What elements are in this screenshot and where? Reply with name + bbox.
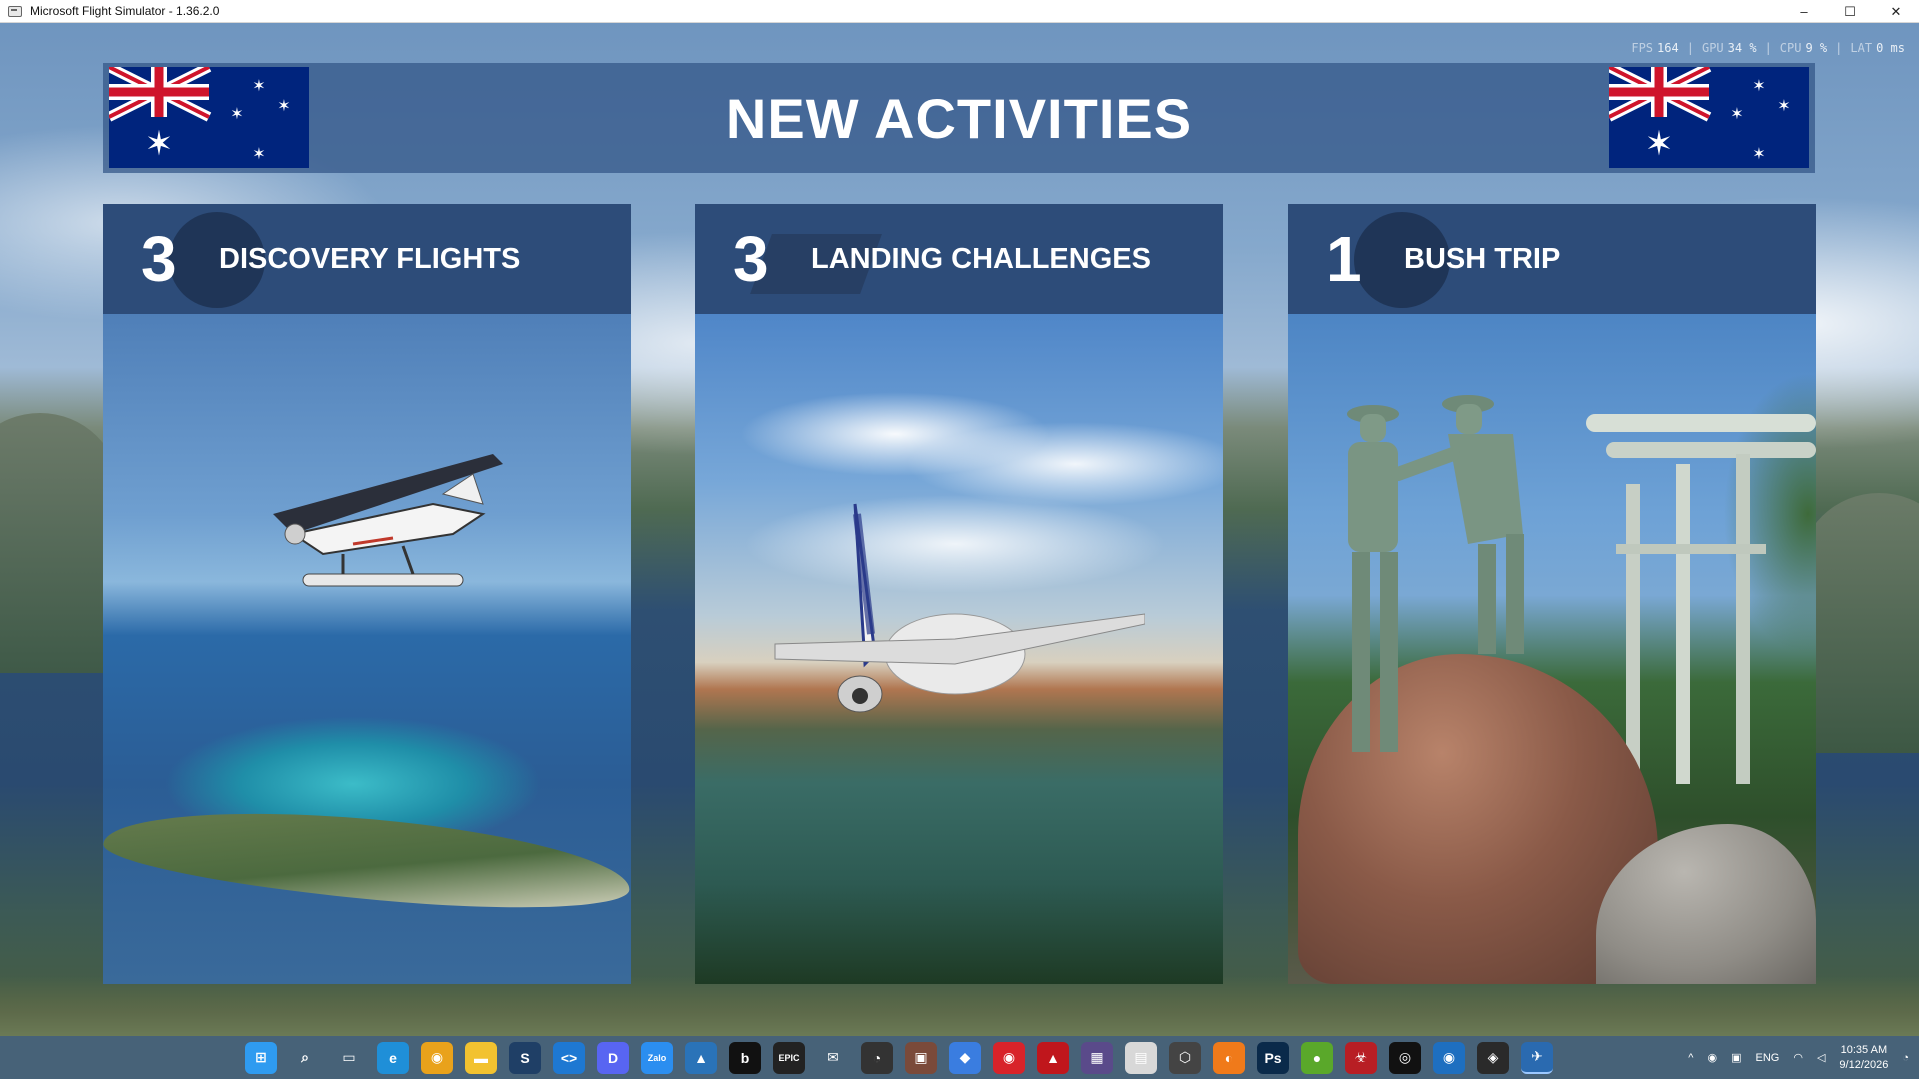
activity-label: DISCOVERY FLIGHTS (219, 242, 521, 275)
file-explorer-icon[interactable]: ▬ (465, 1041, 497, 1074)
white-circle-icon[interactable]: ◎ (1389, 1041, 1421, 1074)
edge-icon[interactable]: e (377, 1041, 409, 1074)
activity-count: 3 (733, 223, 769, 295)
cube-icon[interactable]: ⬡ (1169, 1041, 1201, 1074)
game-app-icon[interactable]: ▣ (905, 1041, 937, 1074)
chrome-icon[interactable]: ◉ (421, 1041, 453, 1074)
fps-label: FPS (1631, 41, 1654, 55)
minimize-button[interactable]: – (1781, 0, 1827, 23)
store-icon[interactable]: ◆ (949, 1041, 981, 1074)
gpu-value: 34 % (1727, 41, 1757, 55)
fps-value: 164 (1657, 41, 1679, 55)
zalo-icon[interactable]: Zalo (641, 1041, 673, 1074)
steam-icon[interactable]: S (509, 1041, 541, 1074)
australia-flag-icon: ✶ ✶ ✶ ✶ ✶ (1609, 67, 1809, 168)
maximize-button[interactable]: ☐ (1827, 0, 1873, 23)
svg-text:✶: ✶ (1777, 96, 1790, 115)
cpu-value: 9 % (1805, 41, 1828, 55)
app-window-icon (8, 5, 22, 17)
discord-icon[interactable]: D (597, 1041, 629, 1074)
background-hill-left (0, 413, 120, 673)
clock-date: 9/12/2026 (1839, 1058, 1889, 1071)
svg-text:✶: ✶ (145, 124, 174, 164)
landing-challenges-card[interactable]: 3 LANDING CHALLENGES (695, 204, 1223, 984)
volume-icon[interactable]: ◁ (1817, 1051, 1825, 1064)
epic-games-icon[interactable]: EPIC (773, 1041, 805, 1074)
media-icon[interactable]: ▦ (1081, 1041, 1113, 1074)
svg-text:✶: ✶ (252, 144, 265, 163)
banner-title: NEW ACTIVITIES (725, 86, 1193, 150)
svg-text:✶: ✶ (277, 96, 290, 115)
activity-count: 1 (1326, 223, 1362, 295)
australia-flag-icon: ✶ ✶ ✶ ✶ ✶ (109, 67, 309, 168)
yellow-app-icon[interactable]: ◈ (1477, 1041, 1509, 1074)
blue-app-icon[interactable]: ◉ (1433, 1041, 1465, 1074)
bush-trip-card[interactable]: 1 BUSH TRIP (1288, 204, 1816, 984)
activity-count: 3 (141, 223, 177, 295)
separator: | (1764, 41, 1772, 55)
system-tray: ^ ◉ ▣ ENG ◠ ◁ 10:35 AM 9/12/2026 ◔ (1688, 1036, 1909, 1079)
discovery-flights-card[interactable]: 3 DISCOVERY FLIGHTS (103, 204, 631, 984)
photos-icon[interactable]: ▲ (685, 1041, 717, 1074)
green-app-icon[interactable]: ● (1301, 1041, 1333, 1074)
activity-label: BUSH TRIP (1404, 242, 1561, 275)
search-icon[interactable]: ⌕ (289, 1042, 321, 1074)
red-launcher-icon[interactable]: ▲ (1037, 1041, 1069, 1074)
vscode-icon[interactable]: <> (553, 1041, 585, 1074)
discovery-flights-image (103, 314, 631, 984)
tray-overflow-chevron-icon[interactable]: ^ (1688, 1052, 1693, 1064)
background-hill-right (1799, 493, 1919, 753)
red-app-icon[interactable]: ◉ (993, 1041, 1025, 1074)
svg-text:✶: ✶ (1645, 124, 1674, 164)
start-icon[interactable]: ⊞ (245, 1041, 277, 1074)
taskbar-app-list: ⊞ ⌕ ▭ e ◉ ▬ S <> D Zalo ▲ b EPIC ✉ ◔ ▣ ◆ ◉ ▲ ▦ ▤ ⬡ ◐ Ps ● ☣ ◎ ◉ ◈ ✈ (245, 1036, 1553, 1079)
bush-trip-image (1288, 314, 1816, 984)
landing-challenges-image (695, 314, 1223, 984)
clock-time: 10:35 AM (1840, 1043, 1888, 1056)
card-header: 1 BUSH TRIP (1288, 204, 1816, 314)
svg-text:✶: ✶ (1752, 144, 1765, 163)
lat-value: 0 ms (1876, 41, 1905, 55)
app-b-icon[interactable]: b (729, 1041, 761, 1074)
new-activities-banner: ✶ ✶ ✶ ✶ ✶ NEW ACTIVITIES ✶ ✶ ✶ ✶ ✶ (103, 63, 1815, 173)
performance-overlay: FPS 164 | GPU 34 % | CPU 9 % | LAT 0 ms (1631, 41, 1905, 55)
biohazard-icon[interactable]: ☣ (1345, 1041, 1377, 1074)
background-shoreline (0, 976, 1919, 1036)
document-icon[interactable]: ▤ (1125, 1041, 1157, 1074)
svg-text:✶: ✶ (230, 104, 243, 123)
photoshop-icon[interactable]: Ps (1257, 1041, 1289, 1074)
separator: | (1686, 41, 1694, 55)
wifi-icon[interactable]: ◠ (1793, 1051, 1803, 1064)
island-illustration (103, 796, 631, 922)
gpu-label: GPU (1701, 41, 1724, 55)
orange-app-icon[interactable]: ◐ (1213, 1041, 1245, 1074)
svg-text:✶: ✶ (1730, 104, 1743, 123)
lat-label: LAT (1850, 41, 1873, 55)
statue-illustration (1347, 395, 1524, 752)
svg-text:✶: ✶ (1752, 76, 1765, 95)
cpu-label: CPU (1779, 41, 1802, 55)
separator: | (1835, 41, 1843, 55)
card-header: 3 LANDING CHALLENGES (695, 204, 1223, 314)
system-clock[interactable]: 10:35 AM 9/12/2026 (1839, 1043, 1888, 1073)
seaplane-illustration (273, 454, 503, 587)
window-title: Microsoft Flight Simulator - 1.36.2.0 (30, 4, 220, 18)
task-view-icon[interactable]: ▭ (333, 1042, 365, 1074)
close-button[interactable]: ✕ (1873, 0, 1919, 23)
airliner-illustration (774, 503, 1145, 713)
svg-text:✶: ✶ (252, 76, 265, 95)
mail-icon[interactable]: ✉ (817, 1042, 849, 1074)
messenger-tray-icon[interactable]: ◉ (1707, 1051, 1717, 1064)
window-controls: – ☐ ✕ (1781, 0, 1919, 22)
windows-taskbar: ⊞ ⌕ ▭ e ◉ ▬ S <> D Zalo ▲ b EPIC ✉ ◔ ▣ ◆ ◉ ▲ ▦ ▤ ⬡ ◐ Ps ● ☣ ◎ ◉ ◈ ✈ ^… (0, 1036, 1919, 1079)
tray-app-icon[interactable]: ▣ (1731, 1051, 1741, 1064)
window-title-bar: Microsoft Flight Simulator - 1.36.2.0 – … (0, 0, 1919, 23)
flight-sim-icon[interactable]: ✈ (1521, 1041, 1553, 1074)
obs-icon[interactable]: ◔ (861, 1041, 893, 1074)
language-indicator[interactable]: ENG (1755, 1052, 1779, 1064)
notification-bell-icon[interactable]: ◔ (1902, 1052, 1909, 1064)
card-header: 3 DISCOVERY FLIGHTS (103, 204, 631, 314)
activity-label: LANDING CHALLENGES (811, 242, 1151, 275)
